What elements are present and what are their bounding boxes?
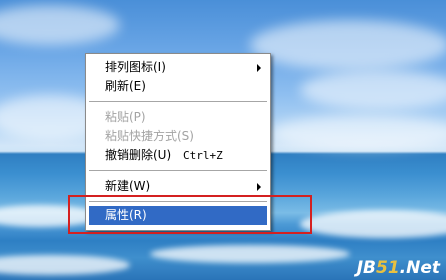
menu-item-undo-delete[interactable]: 撤销删除(U) Ctrl+Z <box>89 146 267 165</box>
wave-foam <box>150 245 350 263</box>
site-watermark: JB51.Net <box>356 258 440 278</box>
menu-item-label: 新建(W) <box>105 179 151 193</box>
menu-item-new[interactable]: 新建(W) <box>89 177 267 196</box>
cloud <box>250 20 446 70</box>
menu-item-paste[interactable]: 粘贴(P) <box>89 108 267 127</box>
cloud <box>270 115 446 150</box>
menu-item-paste-shortcut[interactable]: 粘贴快捷方式(S) <box>89 127 267 146</box>
cloud <box>0 5 120 45</box>
menu-item-refresh[interactable]: 刷新(E) <box>89 77 267 96</box>
menu-separator <box>89 170 267 171</box>
menu-item-label: 粘贴(P) <box>105 110 146 124</box>
annotation-highlight-box <box>68 195 312 234</box>
submenu-arrow-icon <box>257 183 261 191</box>
menu-separator <box>89 101 267 102</box>
menu-item-label: 粘贴快捷方式(S) <box>105 129 194 143</box>
menu-item-label: 排列图标(I) <box>105 60 166 74</box>
wave-foam <box>300 210 446 238</box>
wave-foam <box>0 255 130 275</box>
menu-item-arrange-icons[interactable]: 排列图标(I) <box>89 58 267 77</box>
menu-item-shortcut: Ctrl+Z <box>183 149 223 162</box>
menu-item-label: 刷新(E) <box>105 79 146 93</box>
cloud <box>300 70 446 110</box>
submenu-arrow-icon <box>257 64 261 72</box>
menu-item-label: 撤销删除(U) <box>105 148 172 162</box>
